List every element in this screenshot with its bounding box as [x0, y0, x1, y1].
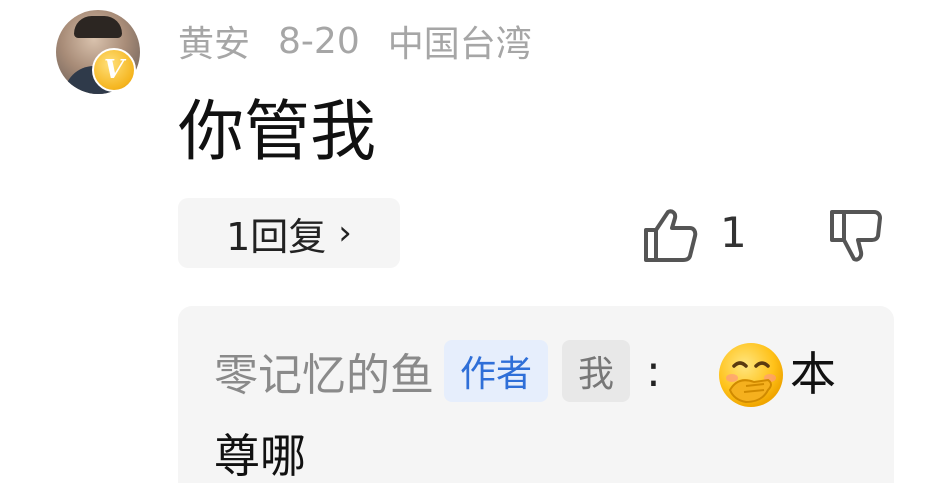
- comment-text: 你管我: [178, 93, 376, 170]
- chevron-right-icon: ›: [338, 213, 352, 253]
- reply-text-line1: 本: [790, 347, 836, 401]
- comment-date: 8-20: [278, 20, 360, 62]
- view-replies-button[interactable]: 1回复 ›: [178, 198, 400, 268]
- comment-location: 中国台湾: [387, 24, 532, 65]
- like-count: 1: [720, 208, 747, 257]
- me-tag: 我: [562, 340, 631, 402]
- replies-label: 1回复: [226, 214, 327, 259]
- reply-header: 零记忆的鱼 作者 我 :: [214, 340, 661, 402]
- comment-meta: 黄安 8-20 中国台湾: [178, 16, 560, 66]
- username[interactable]: 黄安: [178, 15, 250, 67]
- thumbs-up-icon[interactable]: [640, 206, 698, 264]
- face-with-hand-over-mouth-icon: [719, 343, 783, 407]
- reply-author-name[interactable]: 零记忆的鱼: [214, 339, 434, 403]
- comment-thread: V 黄安 8-20 中国台湾 你管我 1回复 › 1 零记忆的鱼 作者 我 :: [0, 0, 952, 483]
- thumbs-down-icon[interactable]: [826, 206, 886, 266]
- reply-separator: :: [646, 345, 661, 397]
- author-tag: 作者: [444, 340, 549, 402]
- verified-badge-icon: V: [92, 48, 136, 92]
- reply-text-line2: 尊哪: [214, 429, 306, 483]
- avatar-hair: [74, 16, 122, 38]
